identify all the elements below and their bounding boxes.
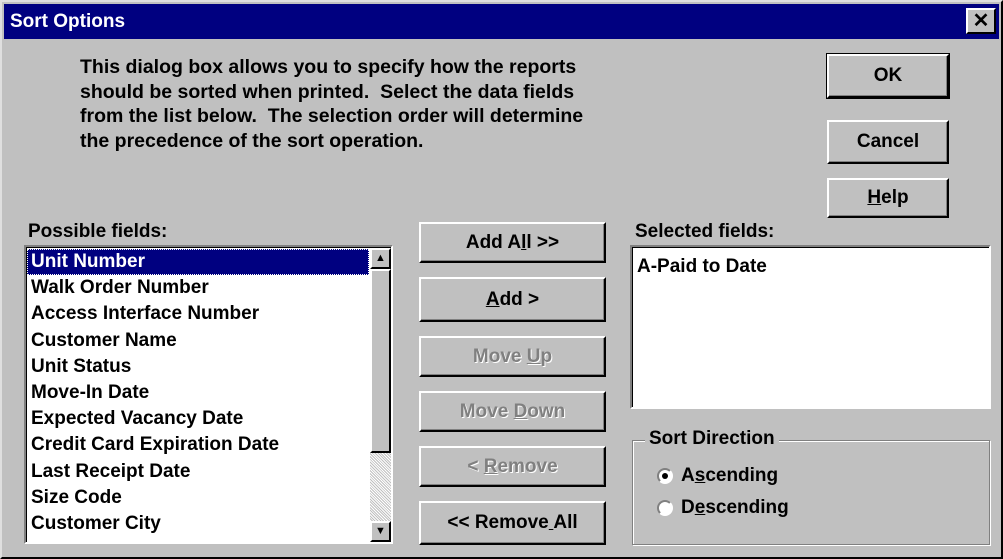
scroll-up-button[interactable]: ▲ bbox=[370, 248, 391, 269]
list-item[interactable]: A-Paid to Date bbox=[633, 254, 989, 280]
move-down-button[interactable]: Move Down bbox=[419, 391, 606, 432]
add-button[interactable]: Add > bbox=[419, 277, 606, 322]
list-item[interactable]: Last Receipt Date bbox=[27, 459, 369, 485]
remove-button-label: < Remove bbox=[467, 455, 558, 477]
list-item[interactable]: Unit Number bbox=[27, 249, 369, 276]
close-icon: ✕ bbox=[972, 10, 990, 32]
remove-all-button[interactable]: << Remove All bbox=[419, 501, 606, 545]
remove-button[interactable]: < Remove bbox=[419, 446, 606, 487]
ok-button[interactable]: OK bbox=[826, 53, 950, 99]
possible-fields-scrollbar[interactable]: ▲ ▼ bbox=[370, 248, 391, 542]
list-item[interactable]: Credit Card Expiration Date bbox=[27, 432, 369, 458]
possible-fields-label: Possible fields: bbox=[28, 221, 168, 242]
ascending-radio-label: Ascending bbox=[681, 465, 779, 486]
dialog-title: Sort Options bbox=[10, 11, 126, 32]
move-down-button-label: Move Down bbox=[459, 400, 566, 422]
scroll-down-icon: ▼ bbox=[375, 525, 386, 537]
help-button-label: Help bbox=[867, 187, 909, 208]
move-up-button[interactable]: Move Up bbox=[419, 336, 606, 377]
close-button[interactable]: ✕ bbox=[966, 8, 996, 34]
scroll-thumb[interactable] bbox=[370, 269, 391, 453]
descending-radio-label: Descending bbox=[681, 497, 789, 518]
list-item[interactable]: Customer City bbox=[27, 511, 369, 537]
help-button[interactable]: Help bbox=[827, 178, 949, 218]
list-item[interactable]: Unit Status bbox=[27, 354, 369, 380]
list-item[interactable]: Expected Vacancy Date bbox=[27, 406, 369, 432]
sort-options-dialog: Sort Options ✕ This dialog box allows yo… bbox=[0, 0, 1003, 559]
selected-fields-listbox[interactable]: A-Paid to Date bbox=[630, 245, 991, 409]
descending-radio-indicator bbox=[657, 500, 673, 516]
list-item[interactable]: Customer Name bbox=[27, 328, 369, 354]
sort-direction-label: Sort Direction bbox=[645, 428, 779, 450]
ascending-radio-indicator bbox=[657, 468, 673, 484]
move-up-button-label: Move Up bbox=[472, 345, 553, 367]
ok-button-label: OK bbox=[873, 65, 903, 86]
scroll-up-icon: ▲ bbox=[375, 252, 386, 264]
list-item[interactable]: Size Code bbox=[27, 485, 369, 511]
list-item[interactable]: Move-In Date bbox=[27, 380, 369, 406]
possible-fields-listbox[interactable]: Unit Number Walk Order Number Access Inter… bbox=[24, 245, 393, 544]
possible-fields-list: Unit Number Walk Order Number Access Inter… bbox=[27, 249, 369, 537]
selected-fields-list: A-Paid to Date bbox=[633, 254, 989, 280]
selected-fields-label: Selected fields: bbox=[635, 221, 775, 242]
sort-direction-group: Sort Direction Ascending Descending bbox=[632, 428, 990, 545]
ascending-radio[interactable]: Ascending bbox=[657, 465, 778, 487]
list-item[interactable]: Access Interface Number bbox=[27, 301, 369, 327]
add-button-label: Add > bbox=[485, 288, 540, 310]
cancel-button[interactable]: Cancel bbox=[827, 120, 949, 164]
descending-radio[interactable]: Descending bbox=[657, 497, 789, 519]
scroll-down-button[interactable]: ▼ bbox=[370, 521, 391, 542]
cancel-button-label: Cancel bbox=[856, 131, 920, 152]
add-all-button-label: Add All >> bbox=[465, 231, 560, 253]
add-all-button[interactable]: Add All >> bbox=[419, 222, 606, 263]
list-item[interactable]: Walk Order Number bbox=[27, 275, 369, 301]
dialog-description: This dialog box allows you to specify ho… bbox=[80, 56, 584, 152]
title-bar[interactable]: Sort Options ✕ bbox=[4, 4, 999, 39]
remove-all-button-label: << Remove All bbox=[447, 512, 578, 533]
